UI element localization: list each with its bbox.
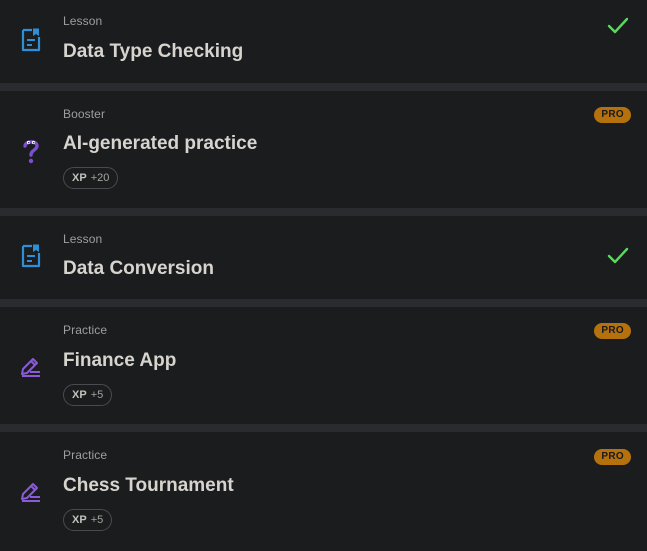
edit-icon — [19, 353, 43, 379]
item-kind: Lesson — [63, 232, 103, 246]
xp-pill: XP +5 — [63, 384, 113, 406]
question-icon — [19, 137, 43, 164]
xp-value: +5 — [90, 389, 104, 401]
item-title: Data Conversion — [63, 258, 214, 279]
list-item-data-type-checking[interactable]: Lesson Data Type Checking — [0, 0, 647, 83]
item-title: Chess Tournament — [63, 475, 234, 496]
list-item-chess-tournament[interactable]: Practice Chess Tournament PRO XP +5 — [0, 432, 647, 551]
document-icon — [19, 27, 43, 53]
edit-icon — [19, 478, 43, 504]
completed-check-icon — [606, 246, 630, 266]
xp-pill: XP +5 — [63, 509, 113, 531]
xp-label: XP — [72, 514, 87, 526]
item-kind: Lesson — [63, 14, 103, 28]
item-kind: Practice — [63, 323, 108, 337]
item-title: Finance App — [63, 350, 177, 371]
xp-value: +20 — [90, 172, 110, 184]
completed-check-icon — [606, 16, 630, 36]
document-icon — [19, 243, 43, 269]
xp-label: XP — [72, 389, 87, 401]
xp-pill: XP +20 — [63, 167, 119, 189]
xp-value: +5 — [90, 514, 104, 526]
pro-badge: PRO — [594, 107, 631, 123]
item-title: Data Type Checking — [63, 41, 244, 62]
lesson-list: Lesson Data Type Checking Booster AI-gen… — [0, 0, 647, 551]
item-kind: Booster — [63, 107, 106, 121]
list-item-data-conversion[interactable]: Lesson Data Conversion — [0, 216, 647, 299]
list-item-ai-generated-practice[interactable]: Booster AI-generated practice PRO XP +20 — [0, 91, 647, 208]
pro-badge: PRO — [594, 323, 631, 339]
item-kind: Practice — [63, 448, 108, 462]
item-title: AI-generated practice — [63, 133, 258, 154]
list-item-finance-app[interactable]: Practice Finance App PRO XP +5 — [0, 307, 647, 424]
xp-label: XP — [72, 172, 87, 184]
pro-badge: PRO — [594, 449, 631, 465]
